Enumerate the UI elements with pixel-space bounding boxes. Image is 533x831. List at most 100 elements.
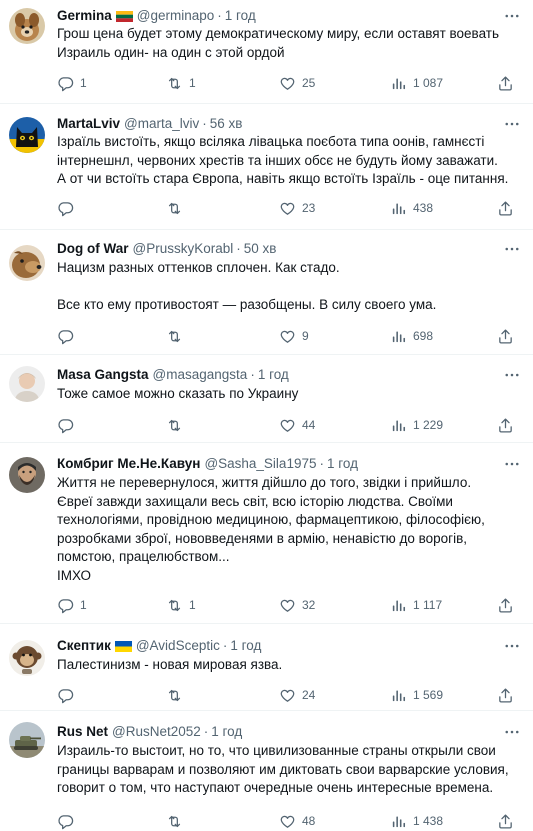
avatar[interactable] <box>9 366 45 402</box>
retweet-button[interactable] <box>166 685 189 705</box>
reply-button[interactable] <box>57 685 80 705</box>
tweet-reply[interactable]: Masa Gangsta @masagangsta · 1 год Тоже самое… <box>0 355 533 443</box>
timestamp[interactable]: 1 год <box>327 455 358 473</box>
share-icon <box>497 200 514 217</box>
like-button[interactable]: 48 <box>279 811 315 831</box>
user-handle[interactable]: @Sasha_Sila1975 <box>204 455 316 473</box>
avatar[interactable] <box>9 457 45 493</box>
user-handle[interactable]: @masagangsta <box>153 366 248 384</box>
share-button[interactable] <box>497 415 514 435</box>
avatar[interactable] <box>9 640 45 676</box>
share-button[interactable] <box>497 685 514 705</box>
retweet-button[interactable]: 1 <box>166 73 196 93</box>
view-count: 1 569 <box>413 688 444 702</box>
retweet-button[interactable]: 1 <box>166 595 196 615</box>
timestamp[interactable]: 1 год <box>225 7 256 25</box>
display-name[interactable]: Germina <box>57 7 112 25</box>
tweet-text: Нацизм разных оттенков сплочен. Как стад… <box>57 260 437 312</box>
user-handle[interactable]: @RusNet2052 <box>112 723 201 741</box>
retweet-icon <box>166 200 183 217</box>
user-handle[interactable]: @PrusskyKorabl <box>133 240 234 258</box>
share-button[interactable] <box>497 198 514 218</box>
tweet-reply[interactable]: MartaLviv @marta_lviv · 56 хв Ізраїль вистої… <box>0 104 533 230</box>
like-button[interactable]: 44 <box>279 415 315 435</box>
like-button[interactable]: 32 <box>279 595 315 615</box>
like-icon <box>279 75 296 92</box>
user-handle[interactable]: @germinapo <box>137 7 215 25</box>
share-button[interactable] <box>497 326 514 346</box>
views-button[interactable]: 1 087 <box>390 73 443 93</box>
share-button[interactable] <box>497 73 514 93</box>
tweet-text: Ізраїль вистоїть, якщо всіляка лівацька … <box>57 134 509 186</box>
like-icon <box>279 417 296 434</box>
share-icon <box>497 813 514 830</box>
avatar[interactable] <box>9 117 45 153</box>
retweet-icon <box>166 597 183 614</box>
reply-feed: Germina @germinapo · 1 год Грош цена будет э… <box>0 0 533 831</box>
retweet-button[interactable] <box>166 811 189 831</box>
like-button[interactable]: 25 <box>279 73 315 93</box>
view-count: 698 <box>413 329 434 343</box>
tweet-reply[interactable]: Комбриг Ме.Не.Кавун @Sasha_Sila1975 · 1 год… <box>0 443 533 624</box>
tweet-reply[interactable]: Germina @germinapo · 1 год Грош цена будет э… <box>0 0 533 104</box>
display-name[interactable]: Комбриг Ме.Не.Кавун <box>57 455 200 473</box>
retweet-button[interactable] <box>166 326 189 346</box>
reply-button[interactable] <box>57 415 80 435</box>
tweet-reply[interactable]: Rus Net @RusNet2052 · 1 год Израиль-то высто… <box>0 711 533 831</box>
action-bar: 48 1 438 <box>50 811 525 831</box>
tweet-reply[interactable]: Dog of War @PrusskyKorabl · 50 хв Нацизм раз… <box>0 230 533 355</box>
action-bar: 23 438 <box>50 198 525 218</box>
avatar[interactable] <box>9 8 45 44</box>
retweet-button[interactable] <box>166 415 189 435</box>
more-icon[interactable] <box>503 115 521 133</box>
action-bar: 1 1 32 1 117 <box>50 595 525 615</box>
share-icon <box>497 75 514 92</box>
more-icon[interactable] <box>503 7 521 25</box>
avatar[interactable] <box>9 245 45 281</box>
timestamp[interactable]: 1 год <box>258 366 289 384</box>
separator-dot: · <box>217 8 222 23</box>
retweet-button[interactable] <box>166 198 189 218</box>
separator-dot: · <box>203 724 209 739</box>
views-button[interactable]: 438 <box>390 198 433 218</box>
views-icon <box>390 813 407 830</box>
share-button[interactable] <box>497 595 514 615</box>
reply-button[interactable] <box>57 326 80 346</box>
like-button[interactable]: 23 <box>279 198 315 218</box>
reply-button[interactable]: 1 <box>57 595 87 615</box>
more-icon[interactable] <box>503 723 521 741</box>
timestamp[interactable]: 50 хв <box>244 240 277 258</box>
share-button[interactable] <box>497 811 514 831</box>
display-name[interactable]: Dog of War <box>57 240 129 258</box>
reply-icon <box>57 597 74 614</box>
views-button[interactable]: 698 <box>390 326 433 346</box>
views-button[interactable]: 1 117 <box>390 595 442 615</box>
avatar[interactable] <box>9 722 45 758</box>
timestamp[interactable]: 1 год <box>211 723 242 741</box>
views-button[interactable]: 1 438 <box>390 811 443 831</box>
views-button[interactable]: 1 229 <box>390 415 443 435</box>
reply-button[interactable]: 1 <box>57 73 87 93</box>
like-button[interactable]: 24 <box>279 685 315 705</box>
more-icon[interactable] <box>503 455 521 473</box>
more-icon[interactable] <box>503 637 521 655</box>
more-icon[interactable] <box>503 240 521 258</box>
reply-button[interactable] <box>57 198 80 218</box>
display-name[interactable]: Rus Net <box>57 723 108 741</box>
like-button[interactable]: 9 <box>279 326 309 346</box>
tweet-text: Израиль-то выстоит, но то, что цивилизов… <box>57 743 509 795</box>
display-name[interactable]: Скептик <box>57 637 111 655</box>
more-icon[interactable] <box>503 366 521 384</box>
reply-count: 1 <box>80 76 87 90</box>
views-button[interactable]: 1 569 <box>390 685 443 705</box>
tweet-reply[interactable]: Скептик @AvidSceptic · 1 год Палестинизм - н… <box>0 624 533 711</box>
tweet-header: Скептик @AvidSceptic · 1 год <box>57 637 493 655</box>
views-icon <box>390 417 407 434</box>
display-name[interactable]: MartaLviv <box>57 115 120 133</box>
reply-button[interactable] <box>57 811 80 831</box>
timestamp[interactable]: 56 хв <box>210 115 243 133</box>
user-handle[interactable]: @marta_lviv <box>124 115 199 133</box>
timestamp[interactable]: 1 год <box>230 637 261 655</box>
display-name[interactable]: Masa Gangsta <box>57 366 149 384</box>
user-handle[interactable]: @AvidSceptic <box>136 637 220 655</box>
